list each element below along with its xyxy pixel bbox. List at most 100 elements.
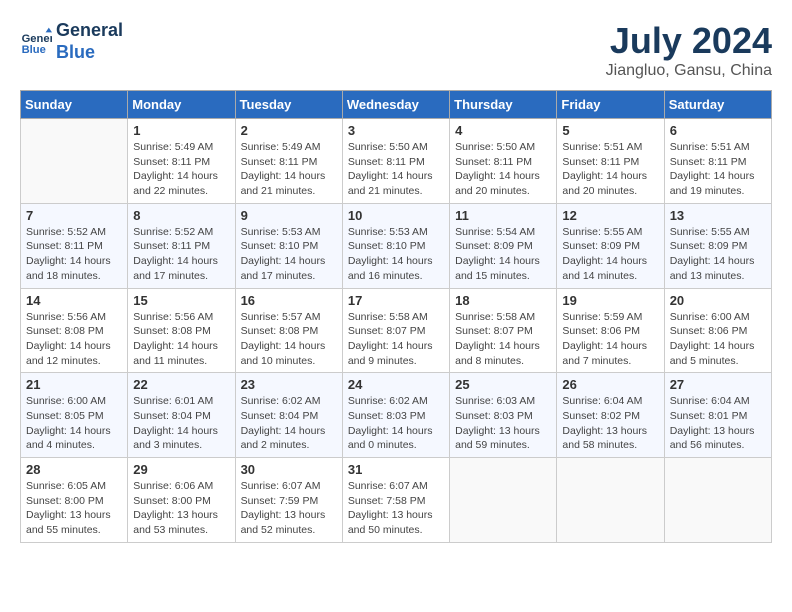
svg-text:General: General <box>22 33 52 45</box>
day-info: Sunrise: 5:50 AM Sunset: 8:11 PM Dayligh… <box>455 140 551 199</box>
calendar-week-row: 21Sunrise: 6:00 AM Sunset: 8:05 PM Dayli… <box>21 373 772 458</box>
calendar-cell: 10Sunrise: 5:53 AM Sunset: 8:10 PM Dayli… <box>342 203 449 288</box>
calendar-table: SundayMondayTuesdayWednesdayThursdayFrid… <box>20 90 772 543</box>
calendar-cell: 16Sunrise: 5:57 AM Sunset: 8:08 PM Dayli… <box>235 288 342 373</box>
calendar-week-row: 7 Sunrise: 5:52 AM Sunset: 8:11 PM Daylig… <box>21 203 772 288</box>
day-info: Sunrise: 5:59 AM Sunset: 8:06 PM Dayligh… <box>562 310 658 369</box>
day-info: Sunrise: 6:02 AM Sunset: 8:03 PM Dayligh… <box>348 394 444 453</box>
day-number: 28 <box>26 462 122 477</box>
day-number: 19 <box>562 293 658 308</box>
calendar-cell: 23 Sunrise: 6:02 AM Sunset: 8:04 PM Dayli… <box>235 373 342 458</box>
title-area: July 2024 Jiangluo, Gansu, China <box>606 20 772 80</box>
calendar-cell: 24 Sunrise: 6:02 AM Sunset: 8:03 PM Dayli… <box>342 373 449 458</box>
location-label: Jiangluo, Gansu, China <box>606 62 772 80</box>
calendar-cell: 11Sunrise: 5:54 AM Sunset: 8:09 PM Dayli… <box>450 203 557 288</box>
day-info: Sunrise: 5:53 AM Sunset: 8:10 PM Dayligh… <box>348 225 444 284</box>
page-header: General Blue General Blue July 2024 Jian… <box>20 20 772 80</box>
logo-icon: General Blue <box>20 26 52 58</box>
calendar-cell: 9Sunrise: 5:53 AM Sunset: 8:10 PM Daylig… <box>235 203 342 288</box>
day-number: 18 <box>455 293 551 308</box>
day-info: Sunrise: 5:49 AM Sunset: 8:11 PM Dayligh… <box>241 140 337 199</box>
calendar-cell: 30Sunrise: 6:07 AM Sunset: 7:59 PM Dayli… <box>235 458 342 543</box>
weekday-header: Saturday <box>664 91 771 119</box>
calendar-cell: 22Sunrise: 6:01 AM Sunset: 8:04 PM Dayli… <box>128 373 235 458</box>
calendar-cell: 26 Sunrise: 6:04 AM Sunset: 8:02 PM Dayli… <box>557 373 664 458</box>
day-info: Sunrise: 5:58 AM Sunset: 8:07 PM Dayligh… <box>455 310 551 369</box>
day-number: 17 <box>348 293 444 308</box>
day-number: 2 <box>241 123 337 138</box>
calendar-cell: 27Sunrise: 6:04 AM Sunset: 8:01 PM Dayli… <box>664 373 771 458</box>
day-number: 26 <box>562 377 658 392</box>
calendar-cell: 18 Sunrise: 5:58 AM Sunset: 8:07 PM Dayli… <box>450 288 557 373</box>
day-info: Sunrise: 5:55 AM Sunset: 8:09 PM Dayligh… <box>562 225 658 284</box>
calendar-cell: 15Sunrise: 5:56 AM Sunset: 8:08 PM Dayli… <box>128 288 235 373</box>
day-info: Sunrise: 5:56 AM Sunset: 8:08 PM Dayligh… <box>26 310 122 369</box>
calendar-cell: 7 Sunrise: 5:52 AM Sunset: 8:11 PM Daylig… <box>21 203 128 288</box>
calendar-cell: 12 Sunrise: 5:55 AM Sunset: 8:09 PM Dayli… <box>557 203 664 288</box>
day-number: 20 <box>670 293 766 308</box>
day-number: 6 <box>670 123 766 138</box>
calendar-cell <box>21 119 128 204</box>
calendar-cell: 21Sunrise: 6:00 AM Sunset: 8:05 PM Dayli… <box>21 373 128 458</box>
day-info: Sunrise: 5:52 AM Sunset: 8:11 PM Dayligh… <box>26 225 122 284</box>
calendar-cell <box>557 458 664 543</box>
calendar-cell: 20 Sunrise: 6:00 AM Sunset: 8:06 PM Dayli… <box>664 288 771 373</box>
calendar-week-row: 28 Sunrise: 6:05 AM Sunset: 8:00 PM Dayli… <box>21 458 772 543</box>
calendar-week-row: 14 Sunrise: 5:56 AM Sunset: 8:08 PM Dayli… <box>21 288 772 373</box>
day-number: 14 <box>26 293 122 308</box>
day-info: Sunrise: 5:56 AM Sunset: 8:08 PM Dayligh… <box>133 310 229 369</box>
day-info: Sunrise: 6:05 AM Sunset: 8:00 PM Dayligh… <box>26 479 122 538</box>
month-title: July 2024 <box>606 20 772 62</box>
day-info: Sunrise: 6:01 AM Sunset: 8:04 PM Dayligh… <box>133 394 229 453</box>
calendar-cell: 13Sunrise: 5:55 AM Sunset: 8:09 PM Dayli… <box>664 203 771 288</box>
day-info: Sunrise: 6:04 AM Sunset: 8:01 PM Dayligh… <box>670 394 766 453</box>
day-info: Sunrise: 5:58 AM Sunset: 8:07 PM Dayligh… <box>348 310 444 369</box>
day-number: 30 <box>241 462 337 477</box>
day-number: 5 <box>562 123 658 138</box>
svg-text:Blue: Blue <box>22 44 46 56</box>
day-number: 13 <box>670 208 766 223</box>
day-number: 3 <box>348 123 444 138</box>
day-info: Sunrise: 6:03 AM Sunset: 8:03 PM Dayligh… <box>455 394 551 453</box>
logo-text-line1: General <box>56 20 123 42</box>
day-number: 8 <box>133 208 229 223</box>
day-number: 9 <box>241 208 337 223</box>
day-info: Sunrise: 5:51 AM Sunset: 8:11 PM Dayligh… <box>562 140 658 199</box>
day-info: Sunrise: 6:07 AM Sunset: 7:58 PM Dayligh… <box>348 479 444 538</box>
day-info: Sunrise: 5:49 AM Sunset: 8:11 PM Dayligh… <box>133 140 229 199</box>
day-info: Sunrise: 6:02 AM Sunset: 8:04 PM Dayligh… <box>241 394 337 453</box>
day-number: 4 <box>455 123 551 138</box>
day-info: Sunrise: 5:54 AM Sunset: 8:09 PM Dayligh… <box>455 225 551 284</box>
calendar-header-row: SundayMondayTuesdayWednesdayThursdayFrid… <box>21 91 772 119</box>
day-number: 29 <box>133 462 229 477</box>
day-number: 31 <box>348 462 444 477</box>
day-info: Sunrise: 5:57 AM Sunset: 8:08 PM Dayligh… <box>241 310 337 369</box>
calendar-cell: 17 Sunrise: 5:58 AM Sunset: 8:07 PM Dayli… <box>342 288 449 373</box>
day-info: Sunrise: 6:00 AM Sunset: 8:06 PM Dayligh… <box>670 310 766 369</box>
day-info: Sunrise: 6:04 AM Sunset: 8:02 PM Dayligh… <box>562 394 658 453</box>
day-info: Sunrise: 5:50 AM Sunset: 8:11 PM Dayligh… <box>348 140 444 199</box>
calendar-cell: 2 Sunrise: 5:49 AM Sunset: 8:11 PM Daylig… <box>235 119 342 204</box>
weekday-header: Friday <box>557 91 664 119</box>
calendar-cell: 29Sunrise: 6:06 AM Sunset: 8:00 PM Dayli… <box>128 458 235 543</box>
calendar-week-row: 1 Sunrise: 5:49 AM Sunset: 8:11 PM Daylig… <box>21 119 772 204</box>
calendar-cell: 8 Sunrise: 5:52 AM Sunset: 8:11 PM Daylig… <box>128 203 235 288</box>
weekday-header: Monday <box>128 91 235 119</box>
day-number: 1 <box>133 123 229 138</box>
day-number: 12 <box>562 208 658 223</box>
day-info: Sunrise: 5:52 AM Sunset: 8:11 PM Dayligh… <box>133 225 229 284</box>
day-number: 23 <box>241 377 337 392</box>
calendar-cell: 5 Sunrise: 5:51 AM Sunset: 8:11 PM Daylig… <box>557 119 664 204</box>
weekday-header: Thursday <box>450 91 557 119</box>
calendar-cell <box>664 458 771 543</box>
calendar-cell: 1 Sunrise: 5:49 AM Sunset: 8:11 PM Daylig… <box>128 119 235 204</box>
calendar-cell: 6Sunrise: 5:51 AM Sunset: 8:11 PM Daylig… <box>664 119 771 204</box>
calendar-cell: 25Sunrise: 6:03 AM Sunset: 8:03 PM Dayli… <box>450 373 557 458</box>
calendar-cell: 31 Sunrise: 6:07 AM Sunset: 7:58 PM Dayli… <box>342 458 449 543</box>
day-number: 21 <box>26 377 122 392</box>
day-number: 24 <box>348 377 444 392</box>
calendar-cell: 4 Sunrise: 5:50 AM Sunset: 8:11 PM Daylig… <box>450 119 557 204</box>
weekday-header: Wednesday <box>342 91 449 119</box>
day-number: 7 <box>26 208 122 223</box>
calendar-cell: 3 Sunrise: 5:50 AM Sunset: 8:11 PM Daylig… <box>342 119 449 204</box>
